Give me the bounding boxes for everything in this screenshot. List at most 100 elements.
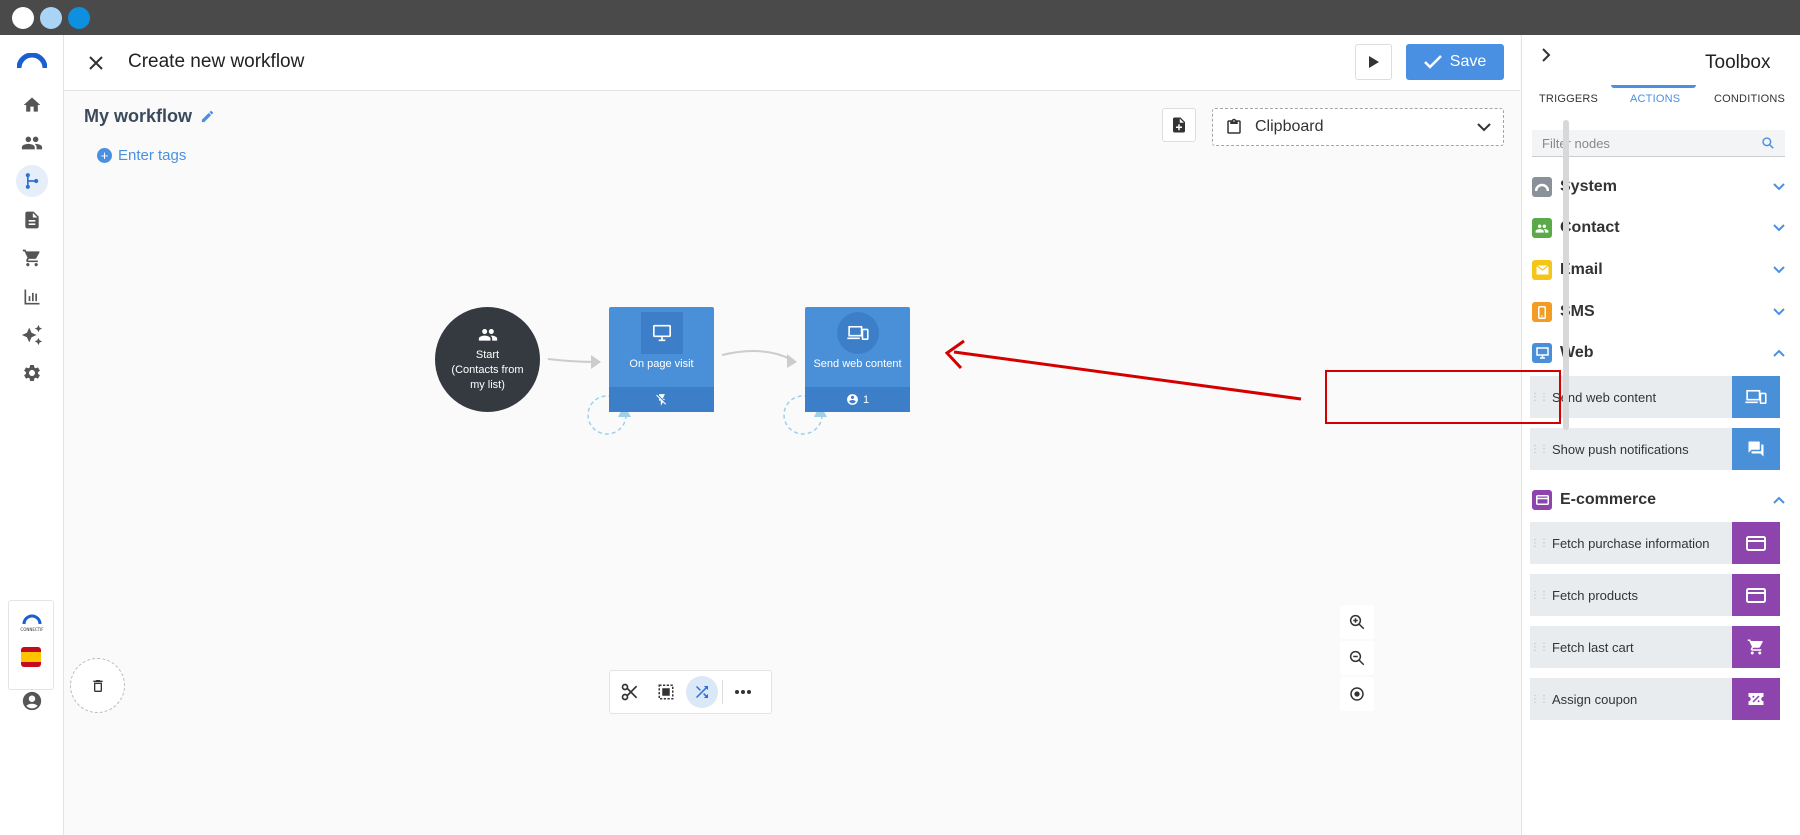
window-close-dot[interactable]	[12, 7, 34, 29]
workflow-name[interactable]: My workflow	[84, 106, 215, 127]
item-label: Fetch purchase information	[1552, 535, 1710, 551]
drag-handle-icon: ⋮⋮	[1530, 693, 1549, 705]
contacts-icon[interactable]	[16, 127, 48, 159]
home-icon[interactable]	[16, 89, 48, 121]
check-icon	[1423, 55, 1442, 69]
toolbox-scrollbar[interactable]	[1563, 120, 1569, 430]
drag-handle-icon: ⋮⋮	[1530, 443, 1549, 455]
window-titlebar	[0, 0, 1800, 35]
svg-text:CONNECTIF: CONNECTIF	[20, 627, 44, 632]
drag-handle-icon: ⋮⋮	[1530, 537, 1549, 549]
coupon-icon	[1732, 678, 1780, 720]
delete-drop-zone[interactable]	[70, 658, 125, 713]
tab-actions[interactable]: ACTIONS	[1630, 93, 1680, 105]
cart-icon[interactable]	[16, 242, 48, 274]
edit-pencil-icon[interactable]	[200, 109, 215, 124]
filter-placeholder: Filter nodes	[1542, 135, 1610, 151]
chart-icon[interactable]	[16, 281, 48, 313]
more-options-icon[interactable]	[727, 676, 759, 708]
clipboard-dropdown[interactable]: Clipboard	[1212, 108, 1504, 146]
chevron-down-icon	[1773, 266, 1785, 274]
chevron-right-icon[interactable]	[1536, 45, 1556, 65]
spain-flag-icon	[21, 647, 41, 667]
chevron-up-icon	[1773, 496, 1785, 504]
item-label: Fetch last cart	[1552, 639, 1634, 655]
user-account-icon[interactable]	[16, 685, 48, 717]
trash-icon	[92, 679, 103, 692]
credit-card-icon	[1732, 574, 1780, 616]
canvas-toolbar	[609, 670, 772, 714]
chevron-down-icon	[1773, 183, 1785, 191]
zoom-in-icon[interactable]	[1340, 605, 1374, 639]
save-button-label: Save	[1449, 53, 1487, 70]
gear-icon[interactable]	[16, 357, 48, 389]
chat-icon	[1732, 428, 1780, 470]
add-tag-icon: +	[97, 148, 112, 163]
on-page-visit-label: On page visit	[629, 358, 694, 370]
connectif-logo-icon: CONNECTIF	[19, 614, 45, 637]
monitor-icon	[1532, 343, 1552, 363]
logo-icon[interactable]	[16, 45, 48, 77]
chevron-up-icon	[1773, 349, 1785, 357]
page-title: Create new workflow	[128, 51, 305, 72]
workflow-name-text: My workflow	[84, 106, 193, 126]
start-node-sublabel: (Contacts from my list)	[451, 364, 524, 391]
phone-icon	[1532, 302, 1552, 322]
category-ecommerce-label: E-commerce	[1560, 491, 1657, 508]
save-button[interactable]: Save	[1406, 44, 1504, 80]
send-web-content-node[interactable]: Send web content 1	[805, 307, 910, 412]
category-web[interactable]: Web	[1532, 341, 1785, 365]
category-sms[interactable]: SMS	[1532, 300, 1785, 324]
flash-off-icon	[655, 393, 666, 406]
center-view-icon[interactable]	[1340, 677, 1374, 711]
shuffle-icon[interactable]	[686, 676, 718, 708]
zoom-out-icon[interactable]	[1340, 641, 1374, 675]
window-minimize-dot[interactable]	[40, 7, 62, 29]
filter-nodes-input[interactable]: Filter nodes	[1532, 130, 1785, 157]
chevron-down-icon	[1773, 308, 1785, 316]
drag-handle-icon: ⋮⋮	[1530, 589, 1549, 601]
toolbox-item-fetch-purchase-information[interactable]: ⋮⋮ Fetch purchase information	[1530, 522, 1780, 564]
category-contact[interactable]: Contact	[1532, 216, 1785, 240]
account-switcher[interactable]: CONNECTIF	[8, 600, 54, 690]
start-node-label: Start	[475, 349, 500, 361]
toolbox-title: Toolbox	[1705, 52, 1771, 73]
devices-icon	[837, 312, 879, 354]
sparkles-icon[interactable]	[16, 319, 48, 351]
workflow-icon[interactable]	[16, 165, 48, 197]
window-maximize-dot[interactable]	[68, 7, 90, 29]
category-ecommerce[interactable]: E-commerce	[1532, 488, 1785, 512]
drag-handle-icon: ⋮⋮	[1530, 641, 1549, 653]
cart-icon	[1732, 626, 1780, 668]
workflow-connectors	[547, 339, 1302, 435]
tab-triggers[interactable]: TRIGGERS	[1539, 93, 1598, 105]
toolbox-item-fetch-last-cart[interactable]: ⋮⋮ Fetch last cart	[1530, 626, 1780, 668]
active-tab-indicator	[1611, 85, 1696, 88]
chevron-down-icon	[1773, 224, 1785, 232]
start-node[interactable]: Start (Contacts from my list)	[435, 307, 540, 412]
credit-card-icon	[1532, 490, 1552, 510]
devices-icon	[1732, 376, 1780, 418]
toolbox-item-assign-coupon[interactable]: ⋮⋮ Assign coupon	[1530, 678, 1780, 720]
play-icon	[1368, 56, 1379, 68]
item-label: Fetch products	[1552, 587, 1638, 603]
on-page-visit-node[interactable]: On page visit	[609, 307, 714, 412]
document-icon[interactable]	[16, 204, 48, 236]
scissors-icon[interactable]	[614, 676, 646, 708]
toolbox-item-fetch-products[interactable]: ⋮⋮ Fetch products	[1530, 574, 1780, 616]
note-add-icon	[1173, 117, 1185, 133]
enter-tags-link[interactable]: + Enter tags	[97, 147, 186, 164]
workflow-canvas[interactable]: My workflow + Enter tags Clipboard Start…	[64, 92, 1520, 835]
select-area-icon[interactable]	[650, 676, 682, 708]
account-circle-icon	[847, 394, 858, 405]
tab-conditions[interactable]: CONDITIONS	[1714, 93, 1785, 105]
add-note-button[interactable]	[1162, 108, 1196, 142]
email-icon	[1532, 260, 1552, 280]
toolbox-item-show-push-notifications[interactable]: ⋮⋮ Show push notifications	[1530, 428, 1780, 470]
category-system[interactable]: System	[1532, 175, 1785, 199]
contact-icon	[1532, 218, 1552, 238]
category-email[interactable]: Email	[1532, 258, 1785, 282]
clipboard-icon	[1227, 118, 1241, 134]
run-test-button[interactable]	[1355, 44, 1392, 80]
close-icon[interactable]	[84, 51, 108, 75]
